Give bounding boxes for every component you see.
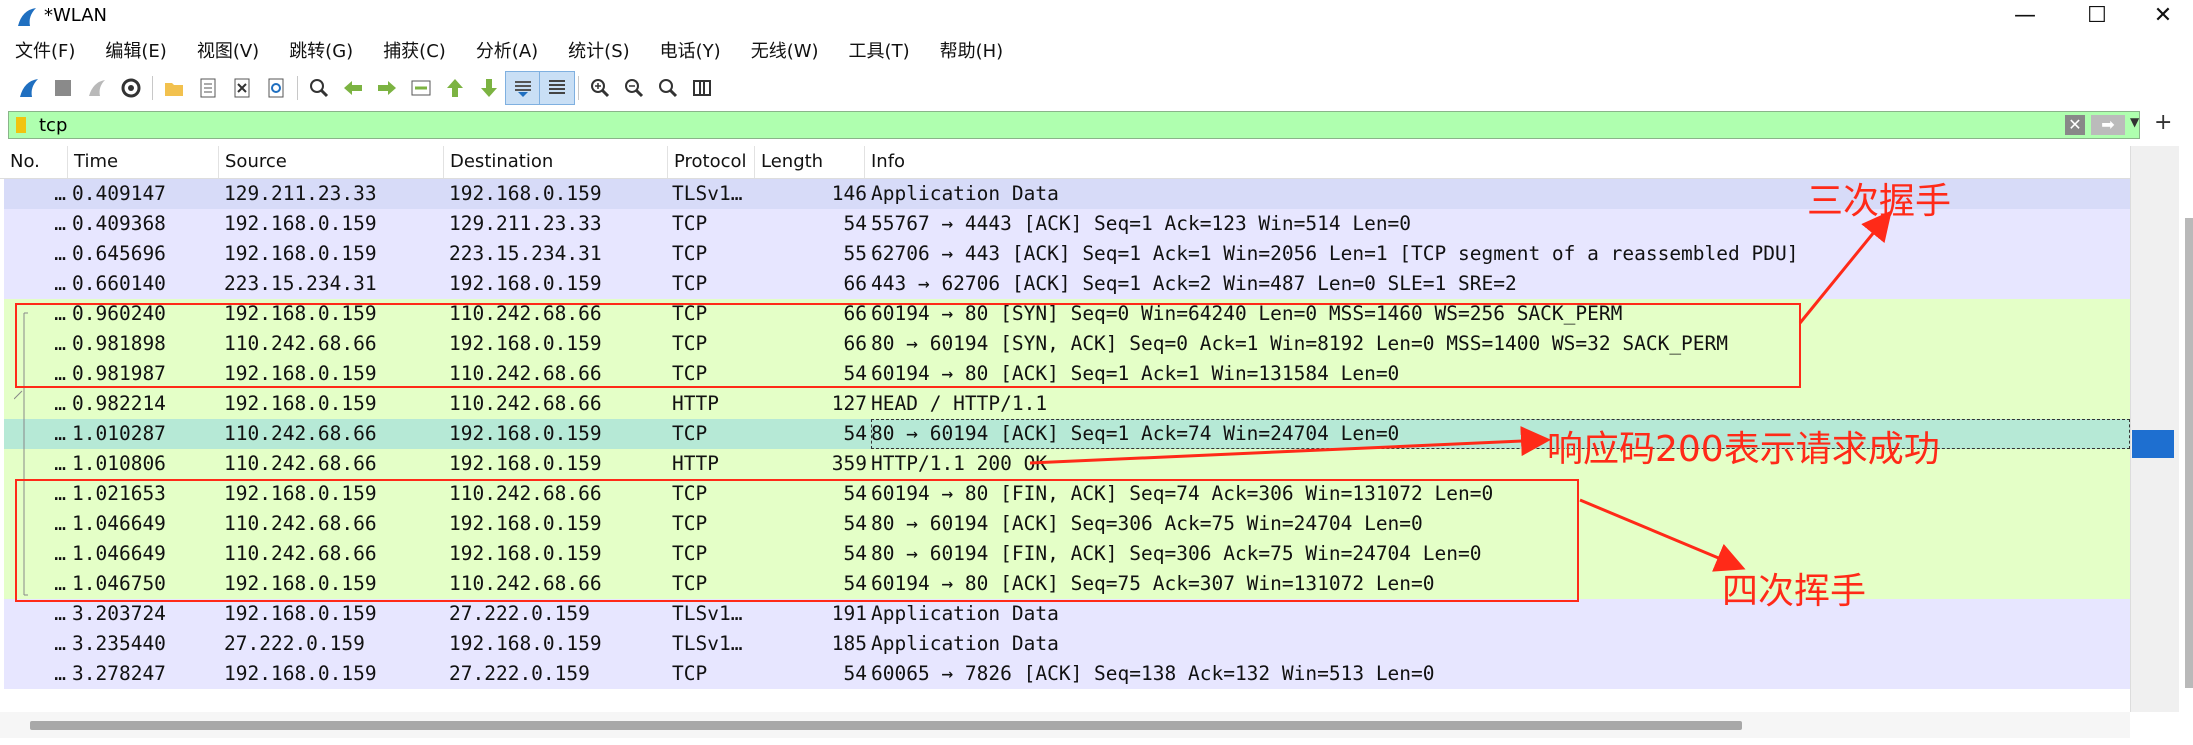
response-label: 响应码200表示请求成功: [1547, 429, 1940, 470]
annotation-arrows: [1029, 210, 1892, 572]
teardown-arrow: [1579, 498, 1746, 572]
response-arrow: [1029, 426, 1551, 465]
handshake-label: 三次握手: [1807, 181, 1952, 222]
teardown-label: 四次挥手: [1722, 571, 1867, 612]
handshake-arrow: [1798, 210, 1892, 324]
